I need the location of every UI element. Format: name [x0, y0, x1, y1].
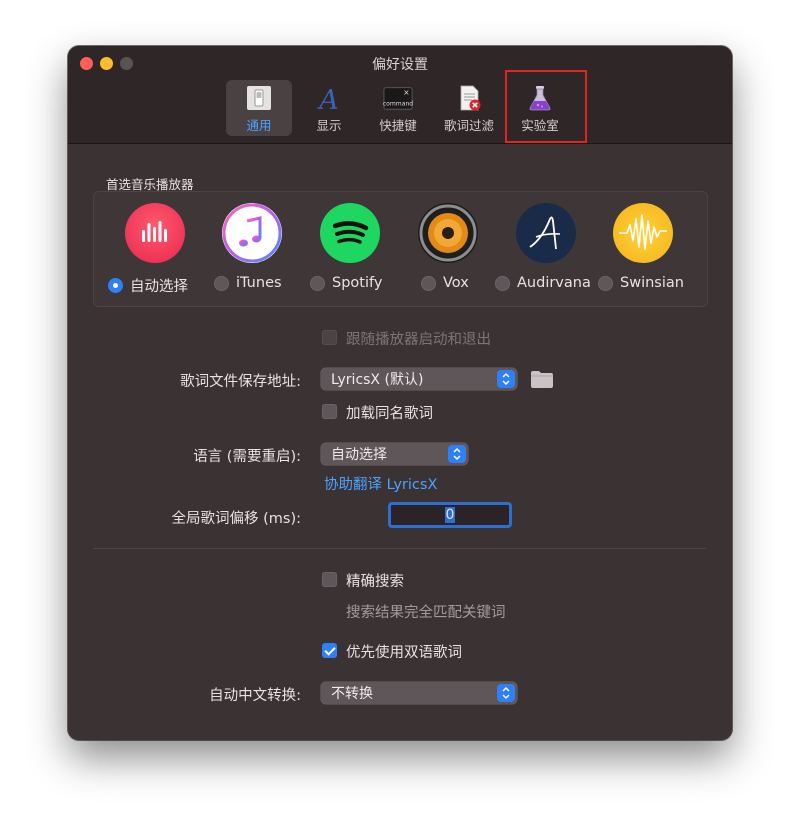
language-label: 语言 (需要重启): — [193, 449, 301, 465]
tab-shortcuts-label: 快捷键 — [379, 118, 417, 133]
save-location-label: 歌词文件保存地址: — [180, 374, 301, 390]
load-same-name-label: 加载同名歌词 — [346, 406, 433, 422]
tab-lyrics-filter-label: 歌词过滤 — [443, 118, 494, 133]
tab-lyrics-filter[interactable]: 歌词过滤 — [436, 80, 502, 136]
tab-general-label: 通用 — [246, 118, 272, 133]
radio-vox[interactable] — [421, 275, 436, 291]
spotify-icon — [320, 203, 380, 263]
player-option-label: Spotify — [332, 275, 383, 291]
radio-auto[interactable] — [108, 278, 123, 293]
player-option-itunes[interactable]: iTunes — [214, 275, 282, 291]
save-location-popup[interactable]: LyricsX (默认) — [321, 368, 517, 390]
radio-itunes[interactable] — [214, 275, 229, 291]
auto-select-icon — [125, 203, 185, 263]
chevron-updown-icon — [448, 445, 466, 463]
help-translate-link[interactable]: 协助翻译 LyricsX — [324, 473, 437, 494]
svg-text:command: command — [383, 101, 413, 108]
folder-icon[interactable] — [530, 369, 554, 393]
itunes-icon — [222, 203, 282, 263]
player-option-audirvana[interactable]: Audirvana — [495, 275, 591, 291]
chevron-updown-icon — [497, 370, 515, 388]
annotation-highlight-box — [505, 70, 587, 143]
offset-input[interactable]: 0 — [388, 502, 512, 528]
bilingual-checkbox[interactable] — [322, 643, 337, 658]
player-option-label: 自动选择 — [130, 279, 188, 295]
player-option-spotify[interactable]: Spotify — [310, 275, 382, 291]
player-option-auto[interactable]: 自动选择 — [108, 275, 188, 296]
precise-search-hint: 搜索结果完全匹配关键词 — [346, 605, 506, 621]
font-a-icon: A — [314, 84, 344, 112]
player-option-label: Audirvana — [517, 275, 591, 291]
title-toolbar-area: 偏好设置 通用 A 显示 × command 快捷键 歌词过滤 实验室 — [68, 46, 732, 144]
offset-value: 0 — [444, 507, 456, 523]
player-option-label: Vox — [443, 275, 469, 291]
precise-search-label: 精确搜索 — [346, 574, 404, 590]
radio-swinsian[interactable] — [598, 275, 613, 291]
tab-display-label: 显示 — [316, 118, 342, 133]
save-location-value: LyricsX (默认) — [331, 372, 424, 388]
vox-icon — [418, 203, 478, 263]
chinese-conversion-popup[interactable]: 不转换 — [321, 682, 517, 704]
language-popup[interactable]: 自动选择 — [321, 443, 468, 465]
precise-search-checkbox[interactable] — [322, 572, 337, 587]
tab-shortcuts[interactable]: × command 快捷键 — [365, 80, 431, 136]
language-value: 自动选择 — [331, 447, 387, 463]
tab-general[interactable]: 通用 — [226, 80, 292, 136]
svg-text:A: A — [316, 85, 339, 112]
general-switch-icon — [244, 84, 274, 112]
chinese-conversion-label: 自动中文转换: — [209, 688, 301, 704]
player-option-swinsian[interactable]: Swinsian — [598, 275, 684, 291]
document-block-icon — [454, 84, 484, 112]
preferences-window: 偏好设置 通用 A 显示 × command 快捷键 歌词过滤 实验室 首选音乐… — [68, 46, 732, 740]
load-same-name-checkbox[interactable] — [322, 404, 337, 419]
svg-text:×: × — [403, 88, 409, 97]
offset-label: 全局歌词偏移 (ms): — [171, 511, 302, 527]
swinsian-icon — [613, 203, 673, 263]
tab-display[interactable]: A 显示 — [296, 80, 362, 136]
chevron-updown-icon — [497, 684, 515, 702]
window-title: 偏好设置 — [372, 57, 428, 73]
player-option-label: iTunes — [236, 275, 282, 291]
chinese-conversion-value: 不转换 — [331, 686, 373, 702]
section-divider — [93, 548, 706, 549]
radio-audirvana[interactable] — [495, 275, 510, 291]
radio-spotify[interactable] — [310, 275, 325, 291]
audirvana-icon — [516, 203, 576, 263]
follow-player-checkbox[interactable] — [322, 330, 337, 345]
follow-player-label: 跟随播放器启动和退出 — [346, 332, 491, 348]
bilingual-label: 优先使用双语歌词 — [346, 645, 462, 661]
player-option-label: Swinsian — [620, 275, 684, 291]
player-option-vox[interactable]: Vox — [421, 275, 469, 291]
command-key-icon: × command — [383, 84, 413, 112]
